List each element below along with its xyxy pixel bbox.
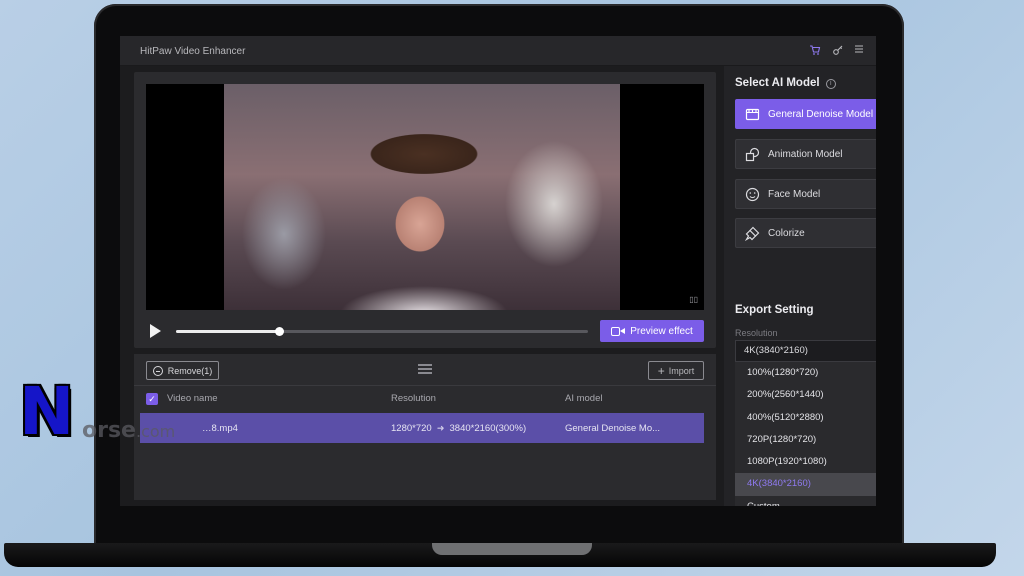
export-setting-heading: Export Setting	[735, 304, 814, 316]
video-frame	[224, 84, 620, 310]
video-camera-icon	[611, 326, 626, 336]
resolution-dropdown-menu: 100%(1280*720) 200%(2560*1440) 400%(5120…	[735, 362, 876, 506]
model-colorize[interactable]: Colorize	[735, 218, 876, 248]
list-toolbar: Remove(1) + Import	[134, 354, 716, 386]
select-model-heading: Select AI Model i	[735, 77, 836, 89]
video-name-cell: …8.mp4	[202, 423, 238, 434]
model-label: Animation Model	[768, 148, 843, 160]
preview-effect-button[interactable]: Preview effect	[600, 320, 704, 342]
app-window: HitPaw Video Enhancer ▯▯ Preview effect	[120, 36, 876, 506]
face-icon	[745, 187, 760, 202]
film-icon	[745, 107, 760, 122]
watermark-word: orse	[82, 418, 136, 443]
resolution-option-selected[interactable]: 4K(3840*2160)	[735, 473, 876, 496]
remove-label: Remove(1)	[167, 365, 213, 376]
shapes-icon	[745, 147, 760, 162]
resolution-label: Resolution	[735, 328, 778, 338]
preview-effect-label: Preview effect	[630, 325, 693, 337]
watermark-logo: N	[19, 373, 74, 450]
player-panel: ▯▯ Preview effect	[134, 72, 716, 348]
table-row[interactable]: …8.mp4 1280*720 ➜ 3840*2160(300%) Genera…	[140, 413, 704, 443]
select-all-checkbox[interactable]: ✓	[146, 393, 158, 405]
info-icon[interactable]: i	[825, 79, 836, 89]
remove-button[interactable]: Remove(1)	[146, 361, 219, 380]
menu-icon[interactable]	[852, 44, 866, 58]
resolution-option[interactable]: 200%(2560*1440)	[735, 384, 876, 406]
minus-circle-icon	[152, 365, 163, 376]
laptop-notch	[432, 543, 592, 555]
resolution-option[interactable]: 400%(5120*2880)	[735, 407, 876, 429]
play-button[interactable]	[150, 324, 161, 338]
resolution-option[interactable]: 1080P(1920*1080)	[735, 451, 876, 473]
resolution-option[interactable]: Custom	[735, 496, 876, 506]
video-preview[interactable]: ▯▯	[146, 84, 704, 310]
select-model-title: Select AI Model	[735, 77, 820, 89]
video-corner-mark: ▯▯	[689, 295, 698, 304]
source-resolution: 1280*720	[391, 423, 432, 434]
resolution-select[interactable]: 4K(3840*2160)	[735, 340, 876, 362]
cart-icon[interactable]	[808, 44, 822, 58]
app-title: HitPaw Video Enhancer	[140, 46, 246, 57]
progress-handle[interactable]	[275, 327, 284, 336]
key-icon[interactable]	[831, 44, 845, 58]
target-resolution: 3840*2160(300%)	[449, 423, 527, 434]
resolution-option[interactable]: 100%(1280*720)	[735, 362, 876, 384]
resolution-cell: 1280*720 ➜ 3840*2160(300%)	[391, 423, 526, 434]
import-button[interactable]: + Import	[648, 361, 704, 380]
model-general-denoise[interactable]: General Denoise Model	[735, 99, 876, 129]
model-face[interactable]: Face Model	[735, 179, 876, 209]
model-animation[interactable]: Animation Model	[735, 139, 876, 169]
column-header-resolution: Resolution	[391, 393, 436, 404]
model-label: General Denoise Model	[768, 108, 874, 120]
titlebar: HitPaw Video Enhancer	[120, 36, 876, 66]
model-label: Colorize	[768, 227, 805, 239]
table-header: ✓ Video name Resolution AI model	[134, 390, 716, 408]
settings-panel: Select AI Model i General Denoise Model …	[724, 66, 876, 506]
import-label: Import	[668, 365, 695, 376]
collapse-panel-icon[interactable]	[418, 364, 432, 376]
file-list-panel: Remove(1) + Import ✓ Video name Resoluti…	[134, 354, 716, 500]
progress-bar[interactable]	[176, 327, 588, 336]
ai-model-cell: General Denoise Mo...	[565, 423, 661, 434]
arrow-right-icon: ➜	[434, 423, 447, 433]
model-label: Face Model	[768, 188, 821, 200]
plus-icon: +	[657, 363, 665, 378]
column-header-name: Video name	[167, 393, 218, 404]
column-header-model: AI model	[565, 393, 603, 404]
progress-fill	[176, 330, 279, 333]
brush-icon	[744, 226, 760, 241]
watermark-suffix: .com	[135, 422, 176, 441]
watermark-text: orse.com	[82, 418, 175, 443]
resolution-option[interactable]: 720P(1280*720)	[735, 429, 876, 451]
